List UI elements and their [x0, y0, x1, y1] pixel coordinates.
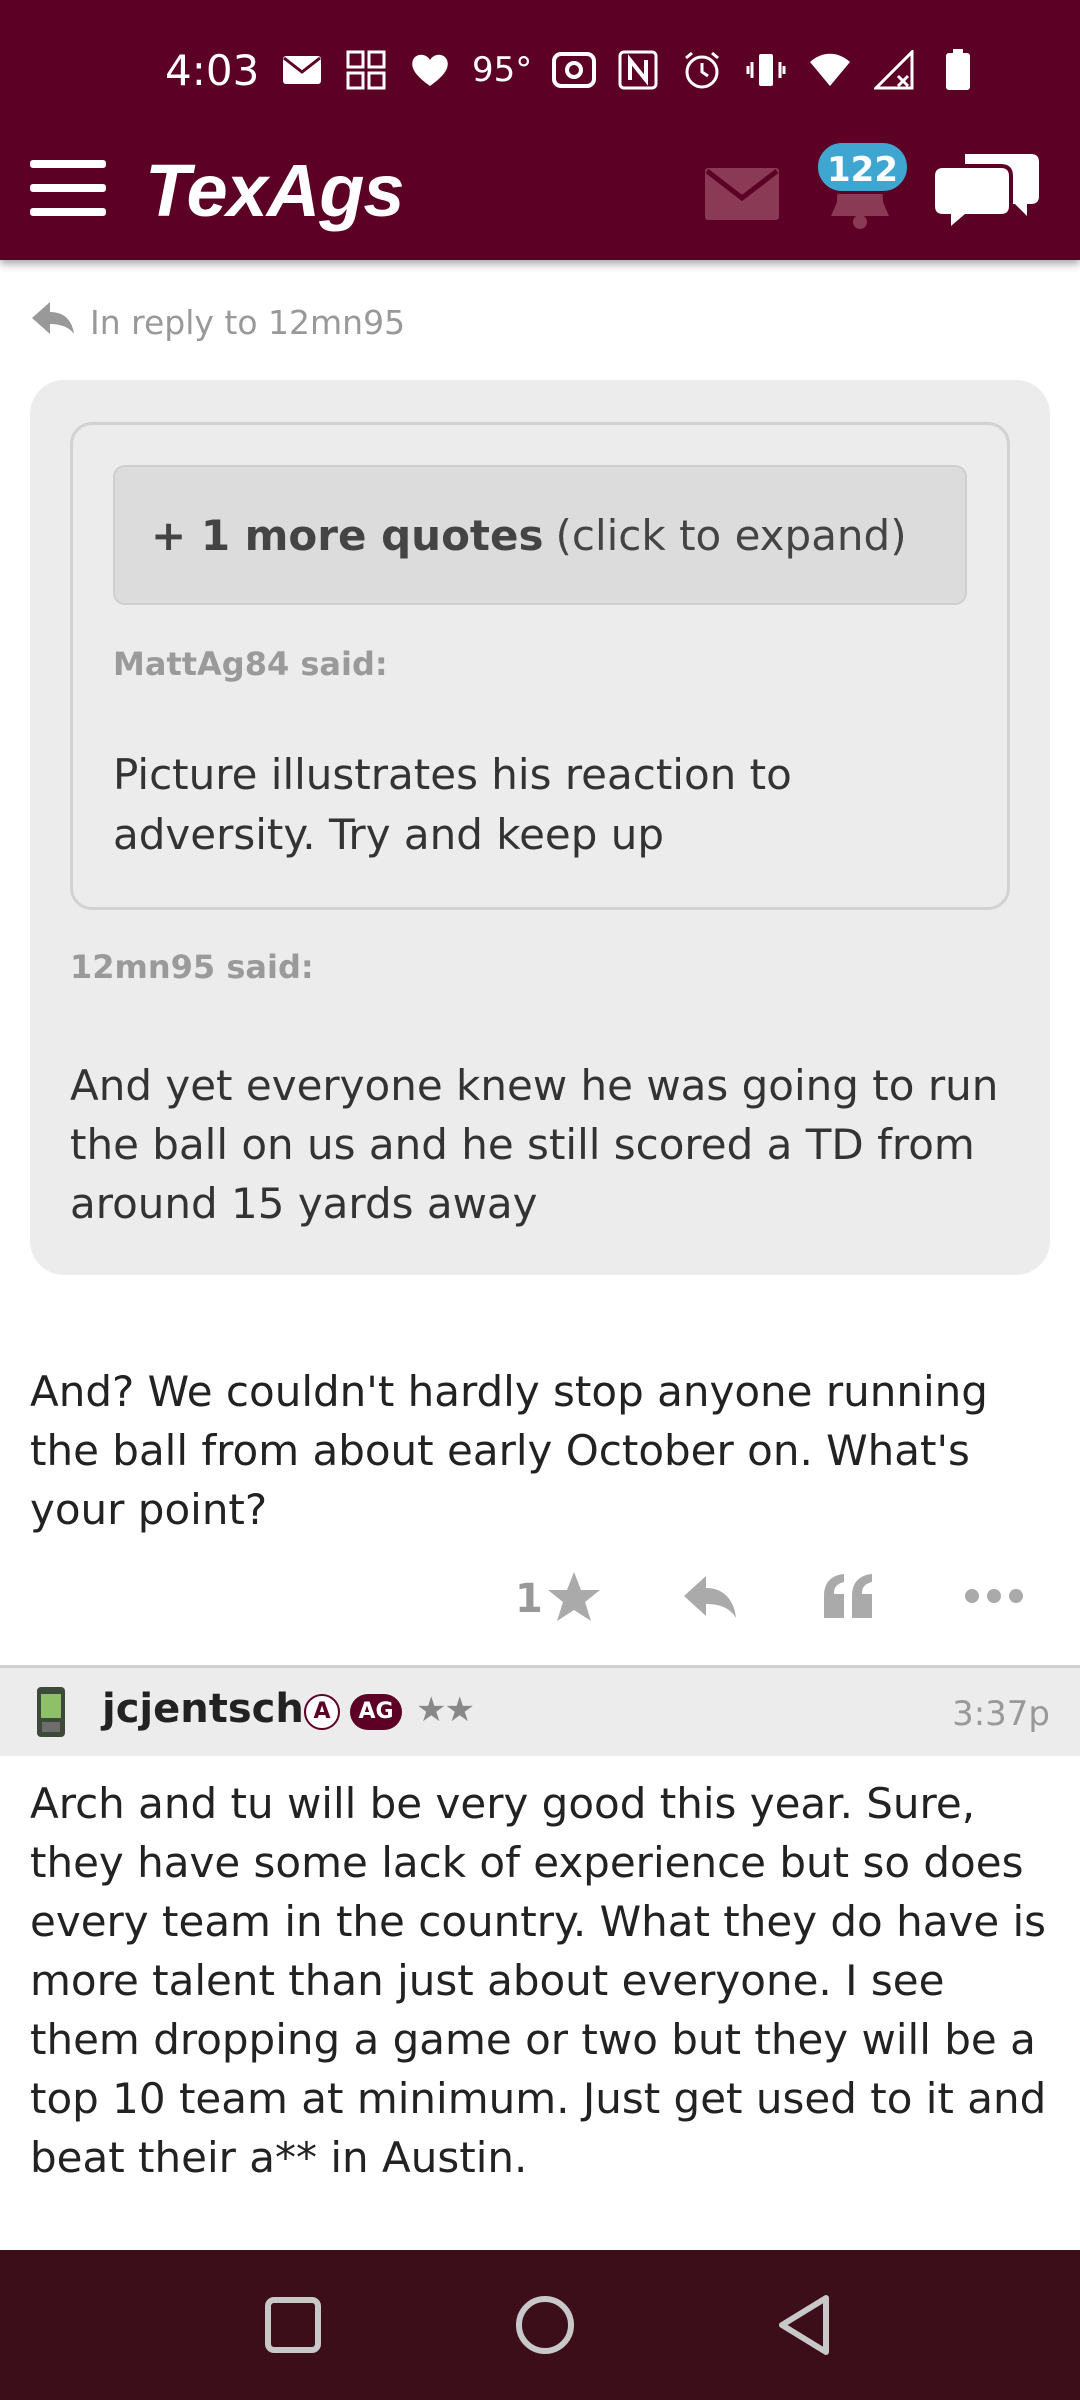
- expand-quotes-button[interactable]: + 1 more quotes (click to expand): [113, 465, 967, 605]
- reply-to-label: In reply to 12mn95: [90, 302, 406, 342]
- post-body: Arch and tu will be very good this year.…: [30, 1779, 1047, 2182]
- status-time: 4:03: [165, 46, 260, 95]
- back-button[interactable]: [770, 2290, 840, 2360]
- status-icons: 95°: [280, 44, 980, 96]
- notifications-button[interactable]: 122: [815, 140, 915, 250]
- outer-quote-text: And yet everyone knew he was going to ru…: [70, 1061, 999, 1228]
- status-bar: 4:03 95°: [0, 30, 1080, 110]
- app-grid-icon: [344, 48, 388, 92]
- messages-icon[interactable]: [705, 168, 779, 220]
- battery-icon: [936, 48, 980, 92]
- status-temperature: 95°: [472, 50, 533, 90]
- outer-quote-author: 12mn95 said:: [70, 948, 314, 986]
- app-header: 4:03 95° TexAgs 122: [0, 0, 1080, 260]
- radio-icon: [552, 48, 597, 92]
- post-username[interactable]: jcjentsch: [102, 1686, 304, 1732]
- post-timestamp: 3:37p: [952, 1694, 1050, 1734]
- heart-icon: [408, 48, 452, 92]
- in-reply-to[interactable]: In reply to 12mn95: [30, 300, 405, 344]
- toolbar: TexAgs 122: [0, 130, 1080, 260]
- wifi-icon: [808, 48, 852, 92]
- vibrate-icon: [744, 48, 788, 92]
- badge-a: A: [304, 1694, 340, 1730]
- expand-quotes-count: + 1 more quotes: [151, 510, 544, 560]
- notification-count-badge: 122: [815, 140, 910, 194]
- menu-icon[interactable]: [30, 160, 106, 220]
- post-header: jcjentsch A AG ★★ 3:37p: [0, 1668, 1080, 1756]
- system-nav-bar: [0, 2250, 1080, 2400]
- like-count: 1: [515, 1576, 543, 1622]
- nfc-icon: [616, 48, 660, 92]
- reply-icon[interactable]: [682, 1574, 746, 1630]
- expand-quotes-hint: (click to expand): [555, 510, 907, 560]
- star-icon[interactable]: [546, 1570, 610, 1626]
- outer-quote: + 1 more quotes (click to expand) MattAg…: [30, 380, 1050, 1275]
- inner-quote-author: MattAg84 said:: [113, 645, 388, 683]
- more-options-icon[interactable]: [964, 1586, 1028, 1642]
- inner-quote: + 1 more quotes (click to expand) MattAg…: [70, 422, 1010, 910]
- quote-icon[interactable]: [822, 1572, 886, 1628]
- mail-notification-icon: [280, 48, 324, 92]
- user-stars: ★★: [416, 1690, 475, 1730]
- reply-arrow-icon: [30, 300, 76, 344]
- badge-ag: AG: [350, 1694, 402, 1730]
- post-body: And? We couldn't hardly stop anyone runn…: [30, 1367, 988, 1534]
- recents-button[interactable]: [258, 2290, 328, 2360]
- home-button[interactable]: [510, 2290, 580, 2360]
- signal-icon: [872, 48, 916, 92]
- forum-chat-icon[interactable]: [935, 150, 1039, 240]
- mobile-phone-icon: [36, 1686, 66, 1738]
- site-logo[interactable]: TexAgs: [145, 148, 405, 233]
- inner-quote-text: Picture illustrates his reaction to adve…: [113, 750, 792, 859]
- alarm-icon: [680, 48, 724, 92]
